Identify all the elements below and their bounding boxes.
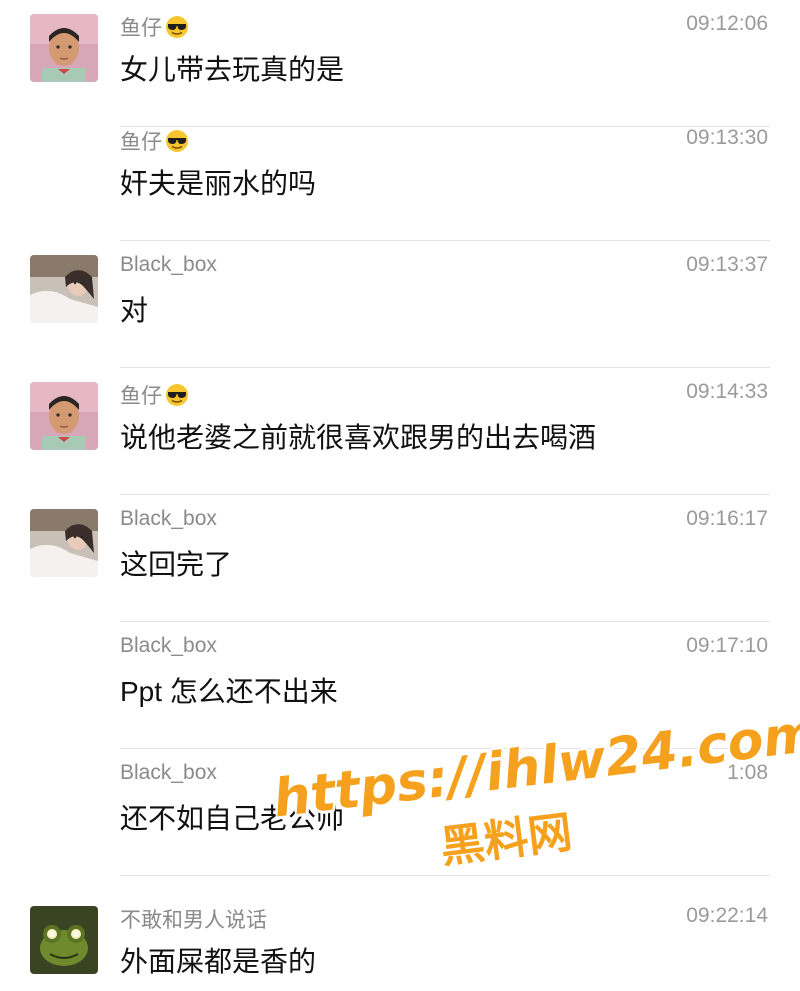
boy-portrait-avatar <box>30 14 98 82</box>
message-time: 09:13:30 <box>686 126 768 149</box>
chat-message[interactable]: 不敢和男人说话 09:22:14 外面屎都是香的 <box>0 876 800 991</box>
avatar-boy[interactable] <box>30 382 98 450</box>
message-text: 这回完了 <box>120 549 233 580</box>
message-text: 外面屎都是香的 <box>120 946 317 977</box>
sender-name: Black_box <box>120 634 217 657</box>
sender-name: 鱼仔 <box>120 380 189 410</box>
message-text: Ppt 怎么还不出来 <box>120 676 338 707</box>
message-text: 女儿带去玩真的是 <box>120 54 345 85</box>
avatar-girl[interactable] <box>30 509 98 577</box>
sender-name: 不敢和男人说话 <box>120 909 267 932</box>
sunglasses-smiley-icon <box>166 384 188 406</box>
message-text: 说他老婆之前就很喜欢跟男的出去喝酒 <box>120 422 597 453</box>
boy-portrait-avatar <box>30 382 98 450</box>
sender-name: Black_box <box>120 507 217 530</box>
glowing-frog-avatar <box>30 906 98 974</box>
message-time: 09:22:14 <box>686 904 768 927</box>
chat-message[interactable]: Black_box 09:13:37 对 <box>0 241 800 368</box>
chat-message[interactable]: 鱼仔 09:12:06 女儿带去玩真的是 <box>0 0 800 127</box>
chat-message[interactable]: Black_box 09:16:17 这回完了 <box>0 495 800 622</box>
message-time: 09:13:37 <box>686 253 768 276</box>
sender-name: 鱼仔 <box>120 126 189 156</box>
girl-portrait-avatar <box>30 255 98 323</box>
avatar-boy[interactable] <box>30 14 98 82</box>
sender-name: Black_box <box>120 253 217 276</box>
message-time: 09:12:06 <box>686 12 768 35</box>
chat-message[interactable]: 鱼仔 09:13:30 奸夫是丽水的吗 <box>0 114 800 241</box>
girl-portrait-avatar <box>30 509 98 577</box>
sunglasses-smiley-icon <box>166 130 188 152</box>
avatar-girl[interactable] <box>30 255 98 323</box>
message-text: 对 <box>120 295 149 326</box>
sender-name: 鱼仔 <box>120 12 189 42</box>
message-text: 奸夫是丽水的吗 <box>120 168 317 199</box>
sunglasses-smiley-icon <box>166 16 188 38</box>
message-time: 09:17:10 <box>686 634 768 657</box>
avatar-frog[interactable] <box>30 906 98 974</box>
message-time: 09:16:17 <box>686 507 768 530</box>
watermark-label: 黑料网 <box>437 806 575 874</box>
message-time: 09:14:33 <box>686 380 768 403</box>
chat-message[interactable]: 鱼仔 09:14:33 说他老婆之前就很喜欢跟男的出去喝酒 <box>0 368 800 495</box>
sender-name: Black_box <box>120 761 217 784</box>
